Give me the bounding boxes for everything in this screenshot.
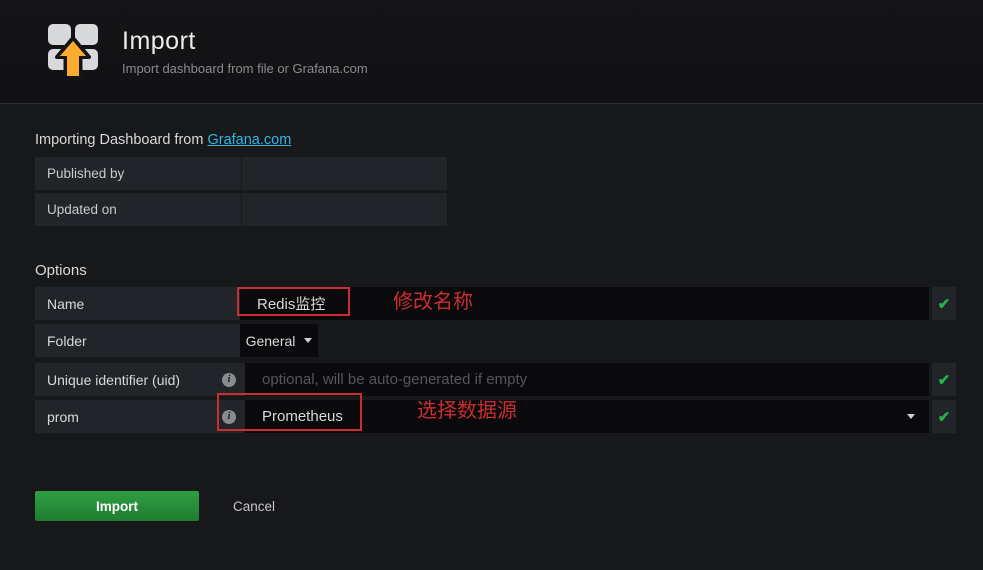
page-header: Import Import dashboard from file or Gra… bbox=[0, 0, 983, 104]
importing-from-text: Importing Dashboard from bbox=[35, 132, 207, 148]
info-icon[interactable]: i bbox=[222, 373, 236, 387]
import-dashboard-page: Import Import dashboard from file or Gra… bbox=[0, 0, 983, 570]
page-subtitle: Import dashboard from file or Grafana.co… bbox=[122, 61, 368, 76]
datasource-row: prom i Prometheus ✔ bbox=[35, 400, 956, 433]
updated-on-label: Updated on bbox=[35, 193, 242, 226]
info-icon[interactable]: i bbox=[222, 410, 236, 424]
uid-row: Unique identifier (uid) i ✔ bbox=[35, 363, 956, 396]
folder-row: Folder General bbox=[35, 324, 956, 357]
uid-valid-check-icon: ✔ bbox=[932, 363, 956, 396]
chevron-down-icon bbox=[907, 414, 915, 419]
chevron-down-icon bbox=[304, 338, 312, 343]
published-by-row: Published by bbox=[35, 157, 447, 190]
name-input[interactable] bbox=[240, 287, 929, 320]
datasource-valid-check-icon: ✔ bbox=[932, 400, 956, 433]
page-title: Import bbox=[122, 27, 368, 56]
published-by-value bbox=[242, 157, 447, 190]
import-options-form: Name ✔ Folder General Unique identifier … bbox=[35, 287, 956, 433]
datasource-select-value: Prometheus bbox=[262, 408, 343, 425]
dashboard-import-icon bbox=[48, 22, 100, 82]
uid-input[interactable] bbox=[245, 363, 929, 396]
folder-dropdown-value: General bbox=[246, 333, 296, 349]
published-by-label: Published by bbox=[35, 157, 242, 190]
options-heading: Options bbox=[35, 262, 956, 279]
header-text: Import Import dashboard from file or Gra… bbox=[122, 27, 368, 76]
folder-dropdown[interactable]: General bbox=[240, 324, 318, 357]
main-content: Importing Dashboard from Grafana.com Pub… bbox=[0, 132, 983, 521]
updated-on-row: Updated on bbox=[35, 193, 447, 226]
uid-label: Unique identifier (uid) i bbox=[35, 363, 245, 396]
datasource-label: prom i bbox=[35, 400, 245, 433]
folder-label: Folder bbox=[35, 324, 240, 357]
import-button[interactable]: Import bbox=[35, 491, 199, 521]
importing-from-line: Importing Dashboard from Grafana.com bbox=[35, 132, 956, 148]
cancel-button[interactable]: Cancel bbox=[233, 499, 275, 514]
name-label: Name bbox=[35, 287, 240, 320]
action-buttons: Import Cancel bbox=[35, 491, 956, 521]
datasource-select[interactable]: Prometheus bbox=[245, 400, 929, 433]
name-row: Name ✔ bbox=[35, 287, 956, 320]
updated-on-value bbox=[242, 193, 447, 226]
name-valid-check-icon: ✔ bbox=[932, 287, 956, 320]
grafana-com-link[interactable]: Grafana.com bbox=[207, 132, 291, 148]
dashboard-info-table: Published by Updated on bbox=[35, 157, 447, 226]
